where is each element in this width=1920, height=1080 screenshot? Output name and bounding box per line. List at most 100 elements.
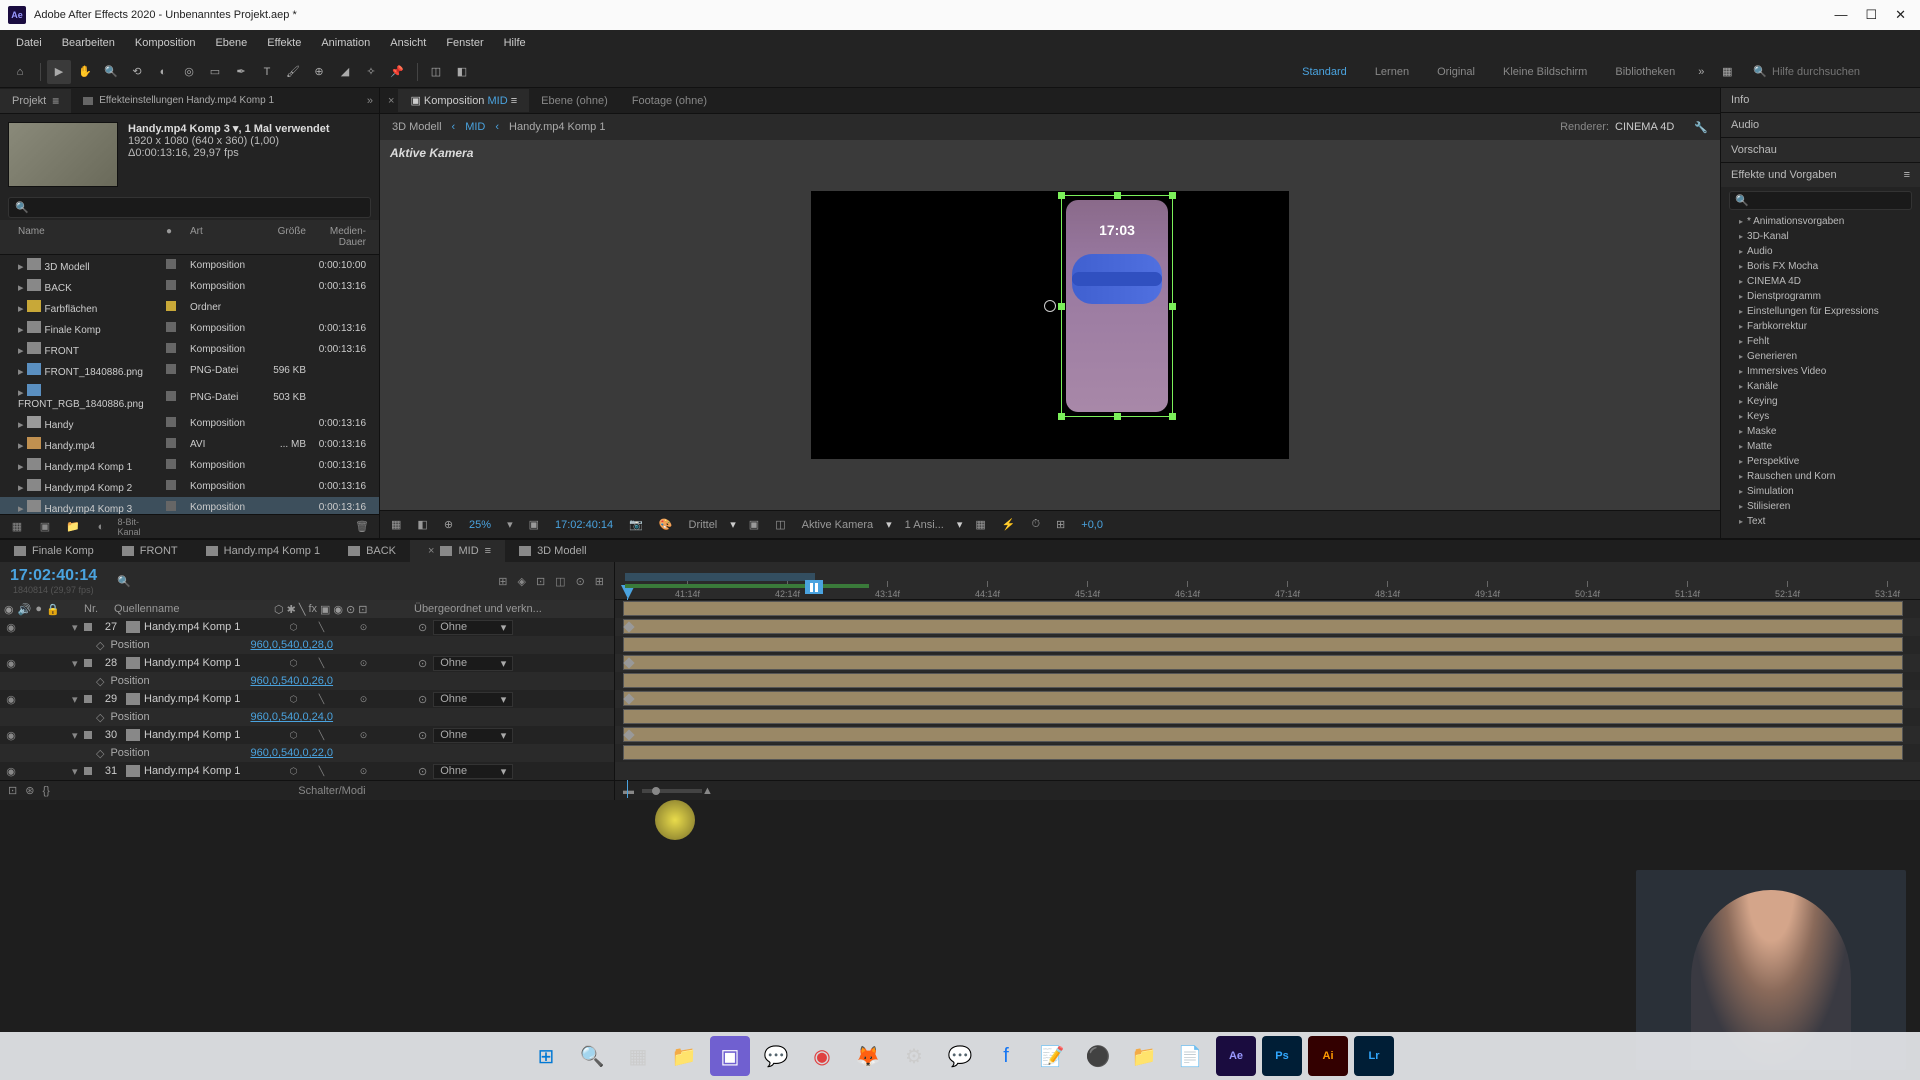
- brain-icon[interactable]: ⊛: [25, 784, 34, 797]
- motion-blur-icon[interactable]: ⊙: [576, 575, 585, 588]
- preset-item[interactable]: Keys: [1721, 409, 1920, 424]
- layer-bar[interactable]: [623, 637, 1903, 652]
- preset-item[interactable]: * Animationsvorgaben: [1721, 214, 1920, 229]
- panel-info[interactable]: Info: [1721, 88, 1920, 112]
- preset-item[interactable]: Perspektive: [1721, 454, 1920, 469]
- timeline-timecode[interactable]: 17:02:40:14: [10, 567, 97, 585]
- preset-item[interactable]: Audio: [1721, 244, 1920, 259]
- project-row[interactable]: ▸FRONT_1840886.png PNG-Datei 596 KB: [0, 360, 379, 381]
- puppet-tool[interactable]: 📌: [385, 60, 409, 84]
- layer-bar[interactable]: [623, 727, 1903, 742]
- layer-bar[interactable]: [623, 709, 1903, 724]
- ae-taskbar-icon[interactable]: Ae: [1216, 1036, 1256, 1076]
- layer-property[interactable]: ◇Position960,0,540,0,28,0: [0, 636, 614, 654]
- rotate-tool[interactable]: ◐: [151, 60, 175, 84]
- notepad-icon[interactable]: 📄: [1170, 1036, 1210, 1076]
- app-icon[interactable]: ▣: [710, 1036, 750, 1076]
- project-row[interactable]: ▸Handy.mp4 Komp 3 Komposition 0:00:13:16: [0, 497, 379, 514]
- project-row[interactable]: ▸Farbflächen Ordner: [0, 297, 379, 318]
- layer-row[interactable]: ◉ ▾ 31 Handy.mp4 Komp 1 ⬡╲⊙ ⊙Ohne▾: [0, 762, 614, 780]
- region-icon[interactable]: ▣: [746, 518, 762, 531]
- preset-item[interactable]: Text: [1721, 514, 1920, 529]
- close-button[interactable]: ✕: [1895, 7, 1906, 23]
- preset-item[interactable]: Stilisieren: [1721, 499, 1920, 514]
- folder2-icon[interactable]: 📁: [1124, 1036, 1164, 1076]
- preset-item[interactable]: Dienstprogramm: [1721, 289, 1920, 304]
- layer-bar[interactable]: [623, 655, 1903, 670]
- anchor-tool[interactable]: ◎: [177, 60, 201, 84]
- snap-tool[interactable]: ◫: [424, 60, 448, 84]
- grid-icon[interactable]: ▦: [388, 518, 404, 531]
- notes-icon[interactable]: 📝: [1032, 1036, 1072, 1076]
- preset-item[interactable]: 3D-Kanal: [1721, 229, 1920, 244]
- interpret-icon[interactable]: ▦: [8, 518, 26, 536]
- zoom-out-icon[interactable]: ▬: [623, 785, 634, 797]
- snapshot-icon[interactable]: 📷: [626, 518, 646, 531]
- messenger-icon[interactable]: 💬: [940, 1036, 980, 1076]
- ai-taskbar-icon[interactable]: Ai: [1308, 1036, 1348, 1076]
- timeline-search[interactable]: 🔍: [117, 575, 131, 588]
- handle-tr[interactable]: [1169, 192, 1176, 199]
- quality-dropdown[interactable]: Drittel: [686, 519, 721, 531]
- project-row[interactable]: ▸Finale Komp Komposition 0:00:13:16: [0, 318, 379, 339]
- preset-item[interactable]: Generieren: [1721, 349, 1920, 364]
- draft3d-icon[interactable]: ◈: [517, 575, 525, 588]
- exposure[interactable]: +0,0: [1078, 519, 1106, 531]
- footer-label[interactable]: Schalter/Modi: [298, 785, 365, 797]
- help-search-input[interactable]: [1772, 66, 1912, 78]
- expand-icon[interactable]: {}: [42, 785, 49, 797]
- preset-item[interactable]: Maske: [1721, 424, 1920, 439]
- handle-lm[interactable]: [1058, 303, 1065, 310]
- menu-bearbeiten[interactable]: Bearbeiten: [52, 33, 125, 53]
- maximize-button[interactable]: ☐: [1865, 7, 1877, 23]
- fast-preview-icon[interactable]: ⚡: [999, 518, 1019, 531]
- track-area[interactable]: [615, 600, 1920, 780]
- taskview-icon[interactable]: ▦: [618, 1036, 658, 1076]
- selection-bbox[interactable]: 17:03: [1061, 195, 1173, 417]
- timeline-tab-3d-modell[interactable]: 3D Modell: [505, 540, 601, 562]
- project-row[interactable]: ▸Handy.mp4 Komp 2 Komposition 0:00:13:16: [0, 476, 379, 497]
- project-row[interactable]: ▸Handy Komposition 0:00:13:16: [0, 413, 379, 434]
- menu-datei[interactable]: Datei: [6, 33, 52, 53]
- zoom-dropdown[interactable]: 25%: [466, 519, 494, 531]
- stamp-tool[interactable]: ⊕: [307, 60, 331, 84]
- text-tool[interactable]: T: [255, 60, 279, 84]
- layer-row[interactable]: ◉ ▾ 27 Handy.mp4 Komp 1 ⬡╲⊙ ⊙Ohne▾: [0, 618, 614, 636]
- preset-item[interactable]: Kanäle: [1721, 379, 1920, 394]
- minimize-button[interactable]: —: [1834, 7, 1847, 23]
- brush-tool[interactable]: 🖌: [281, 60, 305, 84]
- explorer-icon[interactable]: 📁: [664, 1036, 704, 1076]
- menu-fenster[interactable]: Fenster: [436, 33, 493, 53]
- timeline-tab-front[interactable]: FRONT: [108, 540, 192, 562]
- handle-tl[interactable]: [1058, 192, 1065, 199]
- menu-ebene[interactable]: Ebene: [205, 33, 257, 53]
- layer-property[interactable]: ◇Position960,0,540,0,22,0: [0, 744, 614, 762]
- viewport[interactable]: 17:03: [811, 191, 1289, 459]
- orbit-tool[interactable]: ⟲: [125, 60, 149, 84]
- composition-viewer[interactable]: Aktive Kamera 17:03: [380, 140, 1720, 510]
- wrench-icon[interactable]: 🔧: [1694, 121, 1708, 134]
- roto-tool[interactable]: ✧: [359, 60, 383, 84]
- mask-tool[interactable]: ◧: [450, 60, 474, 84]
- flowchart-icon[interactable]: ⊞: [1053, 518, 1068, 531]
- workspace-lernen[interactable]: Lernen: [1361, 66, 1423, 78]
- col-tag[interactable]: ●: [160, 224, 184, 250]
- col-name[interactable]: Name: [0, 224, 160, 250]
- views-dropdown[interactable]: 1 Ansi...: [902, 519, 947, 531]
- workspace-bibliotheken[interactable]: Bibliotheken: [1601, 66, 1689, 78]
- project-row[interactable]: ▸BACK Komposition 0:00:13:16: [0, 276, 379, 297]
- tab-footage[interactable]: Footage (ohne): [620, 90, 719, 112]
- eraser-tool[interactable]: ◢: [333, 60, 357, 84]
- crumb-mid[interactable]: MID: [465, 121, 485, 133]
- layer-row[interactable]: ◉ ▾ 29 Handy.mp4 Komp 1 ⬡╲⊙ ⊙Ohne▾: [0, 690, 614, 708]
- col-dur[interactable]: Medien-Dauer: [312, 224, 372, 250]
- layer-bar[interactable]: [623, 691, 1903, 706]
- menu-hilfe[interactable]: Hilfe: [494, 33, 536, 53]
- layer-property[interactable]: ◇Position960,0,540,0,26,0: [0, 672, 614, 690]
- camera-icon[interactable]: 🎨: [656, 518, 676, 531]
- bit-depth[interactable]: 8-Bit-Kanal: [120, 518, 138, 536]
- select-tool[interactable]: ▶: [47, 60, 71, 84]
- preset-item[interactable]: Fehlt: [1721, 334, 1920, 349]
- whatsapp-icon[interactable]: 💬: [756, 1036, 796, 1076]
- start-icon[interactable]: ⊞: [526, 1036, 566, 1076]
